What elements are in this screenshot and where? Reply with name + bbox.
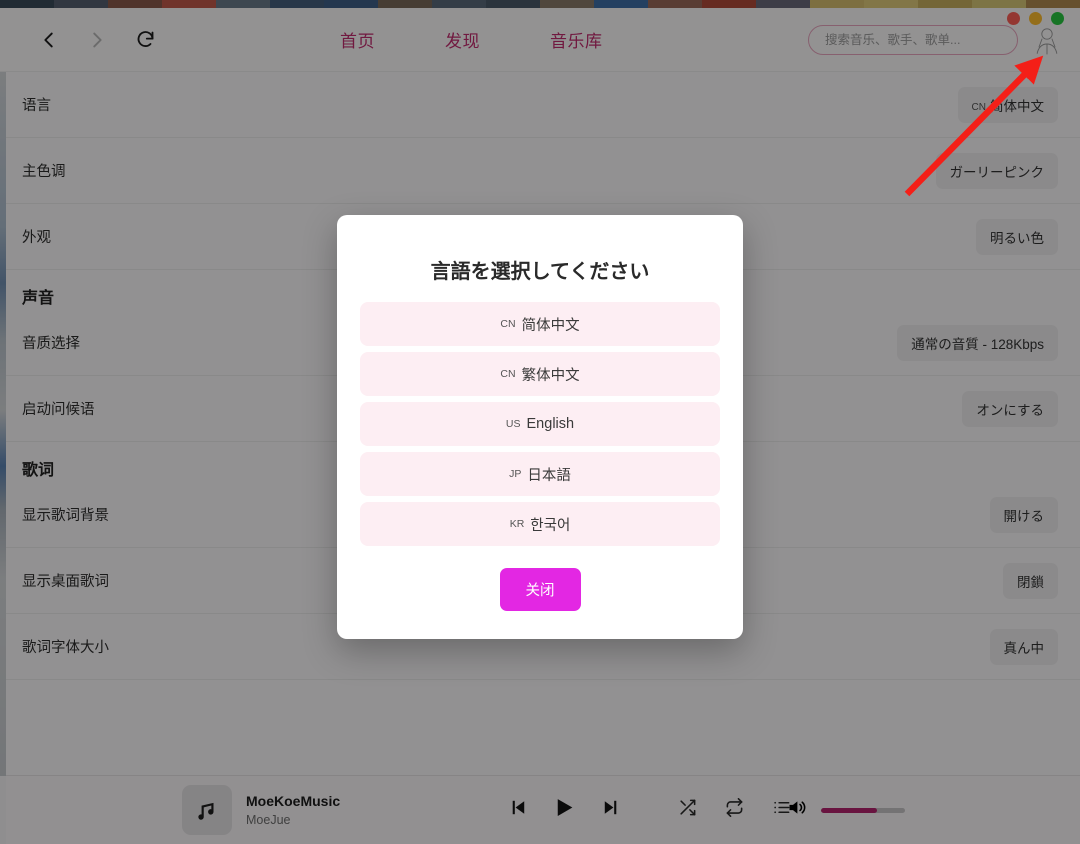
language-option-zh-cn[interactable]: CN 简体中文: [360, 302, 720, 346]
dialog-title: 言語を選択してください: [430, 261, 650, 283]
language-code-kr: KR: [509, 518, 525, 530]
language-label-ko: 한국어: [530, 517, 571, 534]
language-code-us: US: [505, 418, 521, 430]
language-option-ja[interactable]: JP 日本語: [360, 452, 720, 496]
language-option-en[interactable]: US English: [360, 402, 720, 446]
language-code-cn-traditional: CN: [500, 368, 516, 380]
language-code-cn: CN: [500, 318, 516, 330]
app-window: 首页 发现 音乐库 语言 CN简体中文: [0, 0, 1080, 844]
dialog-footer: 关闭: [337, 552, 743, 639]
language-label-zh-tw: 繁体中文: [521, 367, 580, 384]
language-code-jp: JP: [509, 468, 522, 480]
language-label-ja: 日本語: [527, 467, 571, 484]
language-label-zh-cn: 简体中文: [521, 317, 580, 334]
language-option-zh-tw[interactable]: CN 繁体中文: [360, 352, 720, 396]
language-label-en: English: [526, 416, 575, 432]
language-list: CN 简体中文 CN 繁体中文 US English JP 日本語 KR 한국어: [337, 302, 743, 546]
language-selection-dialog: 言語を選択してください CN 简体中文 CN 繁体中文 US English JP 日本…: [337, 215, 743, 639]
close-dialog-button[interactable]: 关闭: [499, 568, 581, 611]
language-option-ko[interactable]: KR 한국어: [360, 502, 720, 546]
